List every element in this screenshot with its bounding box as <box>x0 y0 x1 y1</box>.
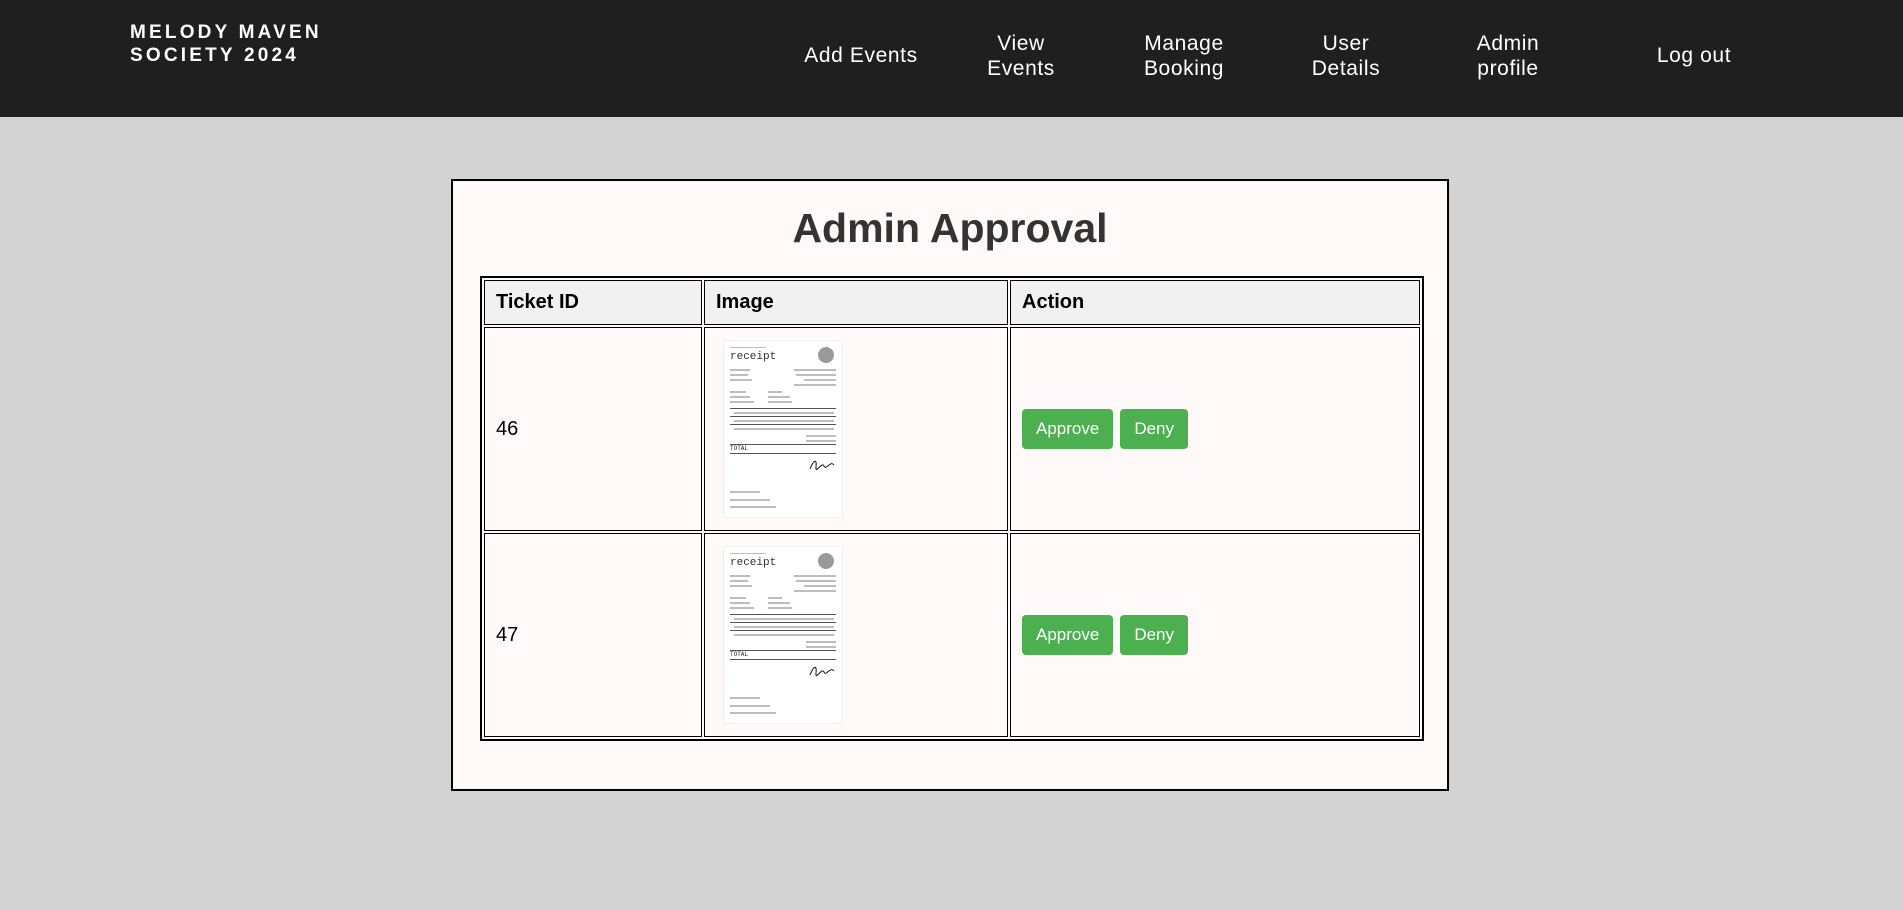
table-header-row: Ticket ID Image Action <box>484 280 1420 325</box>
nav-user-details[interactable]: User Details <box>1298 31 1394 81</box>
deny-button[interactable]: Deny <box>1120 615 1189 655</box>
brand-logo-text: MELODY MAVEN SOCIETY 2024 <box>130 22 322 66</box>
image-cell: receipt TOTAL <box>704 533 1008 737</box>
receipt-heading: receipt <box>730 557 777 569</box>
ticket-id-cell: 47 <box>484 533 702 737</box>
receipt-image[interactable]: receipt TOTAL <box>724 341 842 517</box>
receipt-image[interactable]: receipt TOTAL <box>724 547 842 723</box>
approve-button[interactable]: Approve <box>1022 409 1114 449</box>
nav-add-events[interactable]: Add Events <box>800 43 922 68</box>
deny-button[interactable]: Deny <box>1120 409 1189 449</box>
signature-icon <box>809 666 835 677</box>
image-cell: receipt TOTAL <box>704 327 1008 531</box>
admin-approval-card: Admin Approval Ticket ID Image Action 46… <box>451 179 1449 791</box>
nav-admin-profile[interactable]: Admin profile <box>1460 31 1556 81</box>
nav-log-out[interactable]: Log out <box>1652 43 1736 68</box>
header-image: Image <box>704 280 1008 325</box>
nav-manage-booking[interactable]: Manage Booking <box>1132 31 1236 81</box>
receipt-logo <box>818 347 834 363</box>
action-cell: Approve Deny <box>1010 327 1420 531</box>
receipt-logo <box>818 553 834 569</box>
ticket-id-cell: 46 <box>484 327 702 531</box>
table-row: 47 receipt TOTAL Approve Deny <box>484 533 1420 737</box>
header-ticket-id: Ticket ID <box>484 280 702 325</box>
approve-button[interactable]: Approve <box>1022 615 1114 655</box>
nav-view-events[interactable]: View Events <box>973 31 1069 81</box>
page-title: Admin Approval <box>792 205 1108 251</box>
table-row: 46 receipt TOTAL Approve Deny <box>484 327 1420 531</box>
receipt-total-label: TOTAL <box>730 445 749 452</box>
header-action: Action <box>1010 280 1420 325</box>
receipt-total-label: TOTAL <box>730 651 749 658</box>
receipt-heading: receipt <box>730 351 777 363</box>
action-cell: Approve Deny <box>1010 533 1420 737</box>
top-navbar: MELODY MAVEN SOCIETY 2024 Add Events Vie… <box>0 0 1903 117</box>
approval-table: Ticket ID Image Action 46 receipt TOTAL … <box>480 276 1424 741</box>
signature-icon <box>809 460 835 471</box>
